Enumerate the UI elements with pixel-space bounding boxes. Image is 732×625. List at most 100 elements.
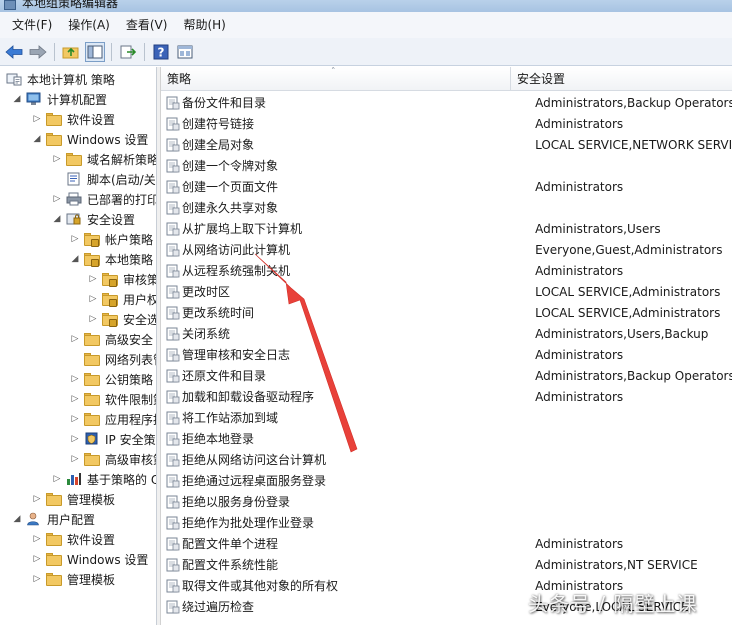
show-tree-icon[interactable]: [85, 41, 105, 62]
folder-icon: [84, 332, 100, 346]
collapsed-triangle-icon[interactable]: ▷: [32, 554, 42, 564]
menu-item-1[interactable]: 操作(A): [60, 14, 118, 36]
tree-item-label: 软件限制策略: [105, 392, 156, 407]
expanded-triangle-icon[interactable]: ◢: [12, 94, 22, 104]
tree-item-13[interactable]: ▷ 高级安全 Windows 防火墙: [70, 329, 156, 349]
tree-item-4[interactable]: ▷ 域名解析策略: [52, 149, 156, 169]
tree-item-10[interactable]: ▷ 审核策略: [88, 269, 156, 289]
expanded-triangle-icon[interactable]: ◢: [32, 134, 42, 144]
list-header: 策略 ˄ 安全设置: [161, 67, 732, 91]
table-row[interactable]: 拒绝本地登录: [161, 428, 732, 449]
tree-item-label: 基于策略的 QoS: [87, 472, 156, 487]
table-row[interactable]: 从扩展坞上取下计算机 Administrators,Users: [161, 218, 732, 239]
tree-item-15[interactable]: ▷ 公钥策略: [70, 369, 153, 389]
collapsed-triangle-icon[interactable]: ▷: [70, 334, 80, 344]
policy-name: 取得文件或其他对象的所有权: [182, 579, 339, 593]
tree-item-25[interactable]: ▷ 管理模板: [32, 569, 115, 589]
table-row[interactable]: 还原文件和目录 Administrators,Backup Operators: [161, 365, 732, 386]
tree-item-5[interactable]: 脚本(启动/关机): [52, 169, 156, 189]
tree-item-20[interactable]: ▷ 基于策略的 QoS: [52, 469, 156, 489]
export-list-icon[interactable]: [118, 42, 138, 62]
collapsed-triangle-icon[interactable]: ▷: [70, 394, 80, 404]
tree-item-16[interactable]: ▷ 软件限制策略: [70, 389, 156, 409]
tree-item-label: 管理模板: [67, 492, 116, 507]
collapsed-triangle-icon[interactable]: ▷: [70, 414, 80, 424]
collapsed-triangle-icon[interactable]: ▷: [88, 274, 98, 284]
table-row[interactable]: 管理审核和安全日志 Administrators: [161, 344, 732, 365]
expanded-triangle-icon[interactable]: ◢: [52, 214, 62, 224]
table-row[interactable]: 更改系统时间 LOCAL SERVICE,Administrators: [161, 302, 732, 323]
tree-item-14[interactable]: 网络列表管理器策略: [70, 349, 156, 369]
policy-name: 拒绝作为批处理作业登录: [182, 516, 315, 530]
tree-item-21[interactable]: ▷ 管理模板: [32, 489, 115, 509]
table-row[interactable]: 创建符号链接 Administrators: [161, 113, 732, 134]
table-row[interactable]: 关闭系统 Administrators,Users,Backup: [161, 323, 732, 344]
collapsed-triangle-icon[interactable]: ▷: [70, 374, 80, 384]
back-arrow-icon[interactable]: [4, 42, 24, 62]
properties-icon[interactable]: [175, 42, 195, 62]
menu-item-3[interactable]: 帮助(H): [175, 14, 233, 36]
help-icon[interactable]: ?: [151, 42, 171, 62]
policy-setting-icon: [166, 516, 180, 529]
table-row[interactable]: 拒绝通过远程桌面服务登录: [161, 470, 732, 491]
collapsed-triangle-icon[interactable]: ▷: [52, 474, 62, 484]
collapsed-triangle-icon[interactable]: ▷: [70, 454, 80, 464]
tree-item-24[interactable]: ▷ Windows 设置: [32, 549, 148, 569]
menu-item-0[interactable]: 文件(F): [4, 14, 60, 36]
expanded-triangle-icon[interactable]: ◢: [12, 514, 22, 524]
tree-item-11[interactable]: ▷ 用户权限分配: [88, 289, 157, 309]
up-folder-icon[interactable]: [61, 42, 81, 62]
table-row[interactable]: 更改时区 LOCAL SERVICE,Administrators: [161, 281, 732, 302]
table-row[interactable]: 拒绝从网络访问这台计算机: [161, 449, 732, 470]
policy-setting-icon: [166, 348, 180, 361]
policy-name: 创建全局对象: [182, 138, 255, 152]
collapsed-triangle-icon[interactable]: ▷: [32, 574, 42, 584]
tree-item-1[interactable]: ◢ 计算机配置: [12, 89, 107, 109]
tree-item-18[interactable]: ▷ IP 安全策略: [70, 429, 156, 449]
tree-item-22[interactable]: ◢ 用户配置: [12, 509, 95, 529]
expanded-triangle-icon[interactable]: ◢: [70, 254, 80, 264]
column-header-setting[interactable]: 安全设置: [511, 67, 732, 91]
tree-item-12[interactable]: ▷ 安全选项: [88, 309, 156, 329]
collapsed-triangle-icon[interactable]: ▷: [32, 534, 42, 544]
folder-icon: [46, 112, 62, 126]
tree-item-23[interactable]: ▷ 软件设置: [32, 529, 115, 549]
tree-item-6[interactable]: ▷ 已部署的打印机: [52, 189, 156, 209]
table-row[interactable]: 创建一个令牌对象: [161, 155, 732, 176]
collapsed-triangle-icon[interactable]: ▷: [70, 434, 80, 444]
tree-item-9[interactable]: ◢ 本地策略: [70, 249, 153, 269]
table-row[interactable]: 创建永久共享对象: [161, 197, 732, 218]
table-row[interactable]: 拒绝以服务身份登录: [161, 491, 732, 512]
menu-item-2[interactable]: 查看(V): [118, 14, 176, 36]
policy-setting-icon: [166, 159, 180, 172]
tree-item-8[interactable]: ▷ 帐户策略: [70, 229, 153, 249]
policy-setting-icon: [166, 285, 180, 298]
collapsed-triangle-icon[interactable]: ▷: [70, 234, 80, 244]
forward-arrow-icon[interactable]: [28, 42, 48, 62]
tree-item-3[interactable]: ◢ Windows 设置: [32, 129, 148, 149]
collapsed-triangle-icon[interactable]: ▷: [52, 194, 62, 204]
column-header-policy[interactable]: 策略: [161, 67, 511, 91]
collapsed-triangle-icon[interactable]: ▷: [32, 494, 42, 504]
table-row[interactable]: 从远程系统强制关机 Administrators: [161, 260, 732, 281]
table-row[interactable]: 从网络访问此计算机 Everyone,Guest,Administrators: [161, 239, 732, 260]
table-row[interactable]: 创建全局对象 LOCAL SERVICE,NETWORK SERVICE: [161, 134, 732, 155]
table-row[interactable]: 将工作站添加到域: [161, 407, 732, 428]
tree-item-17[interactable]: ▷ 应用程序控制策略: [70, 409, 156, 429]
tree-item-label: 用户权限分配: [123, 292, 157, 307]
tree-item-2[interactable]: ▷ 软件设置: [32, 109, 115, 129]
policy-name: 从网络访问此计算机: [182, 243, 291, 257]
collapsed-triangle-icon[interactable]: ▷: [32, 114, 42, 124]
table-row[interactable]: 拒绝作为批处理作业登录: [161, 512, 732, 533]
table-row[interactable]: 备份文件和目录 Administrators,Backup Operators: [161, 92, 732, 113]
table-row[interactable]: 配置文件系统性能 Administrators,NT SERVICE: [161, 554, 732, 575]
table-row[interactable]: 加载和卸载设备驱动程序 Administrators: [161, 386, 732, 407]
collapsed-triangle-icon[interactable]: ▷: [52, 154, 62, 164]
table-row[interactable]: 配置文件单个进程 Administrators: [161, 533, 732, 554]
tree-item-19[interactable]: ▷ 高级审核策略配置: [70, 449, 156, 469]
collapsed-triangle-icon[interactable]: ▷: [88, 314, 98, 324]
tree-item-7[interactable]: ◢ 安全设置: [52, 209, 135, 229]
table-row[interactable]: 创建一个页面文件 Administrators: [161, 176, 732, 197]
tree-item-0[interactable]: 本地计算机 策略: [6, 69, 115, 89]
collapsed-triangle-icon[interactable]: ▷: [88, 294, 98, 304]
